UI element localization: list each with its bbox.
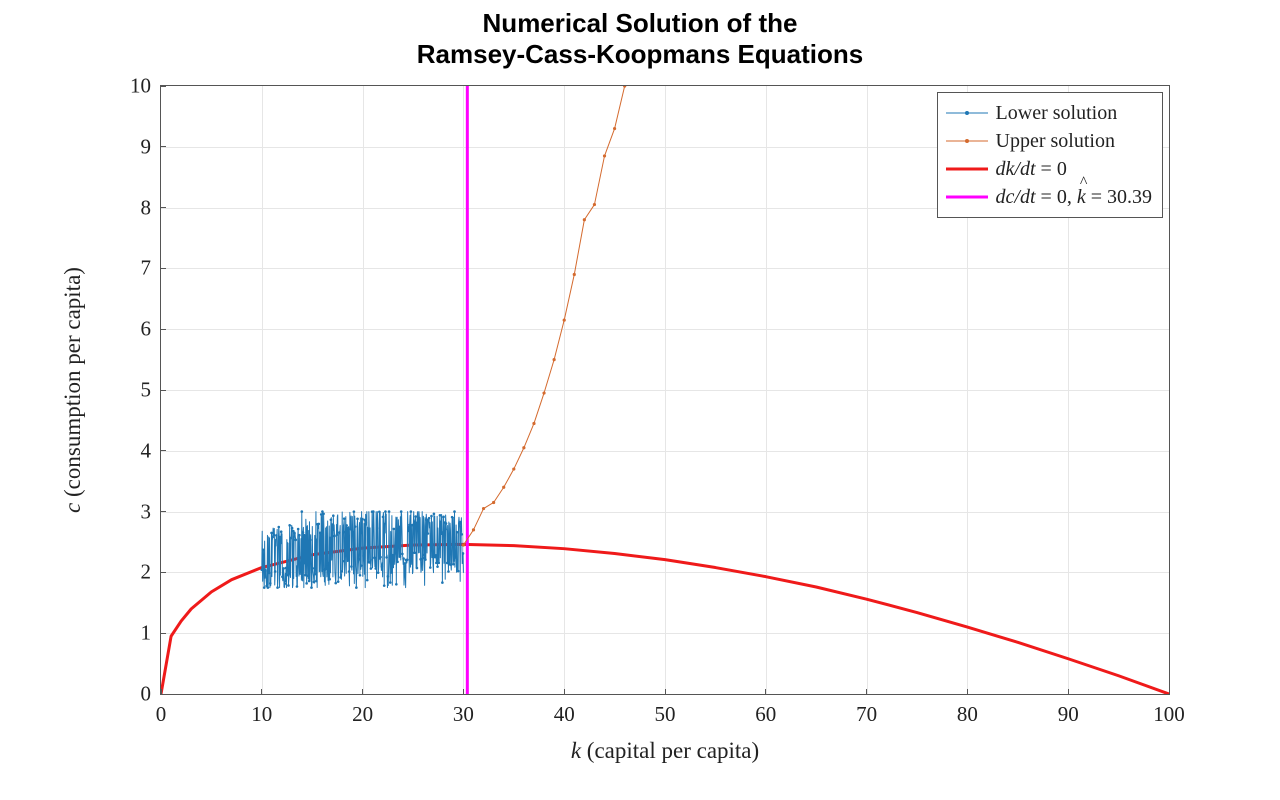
plot-area: Lower solution Upper solution dk/dt = 0 [160, 85, 1170, 695]
series-upper-solution [463, 86, 634, 545]
tick-y-3 [160, 511, 166, 512]
legend-swatch-dkdt [946, 157, 988, 181]
ticklabel-y-2: 2 [141, 560, 152, 585]
legend-item-upper: Upper solution [946, 127, 1152, 155]
ticklabel-y-9: 9 [141, 134, 152, 159]
series-lower-solution [262, 512, 464, 588]
chart-title: Numerical Solution of the Ramsey-Cass-Ko… [0, 8, 1280, 70]
legend-label-dcdt: dc/dt = 0, k = 30.39 [996, 186, 1152, 209]
ticklabel-y-6: 6 [141, 317, 152, 342]
title-line-2: Ramsey-Cass-Koopmans Equations [417, 39, 863, 69]
ticklabel-x-70: 70 [856, 702, 877, 727]
tick-y-1 [160, 633, 166, 634]
ticklabel-y-5: 5 [141, 378, 152, 403]
title-line-1: Numerical Solution of the [483, 8, 798, 38]
ticklabel-x-0: 0 [156, 702, 167, 727]
tick-x-50 [665, 689, 666, 695]
tick-x-20 [362, 689, 363, 695]
legend-swatch-upper [946, 129, 988, 153]
tick-x-60 [765, 689, 766, 695]
tick-x-10 [261, 689, 262, 695]
tick-y-8 [160, 207, 166, 208]
ticklabel-x-20: 20 [352, 702, 373, 727]
ticklabel-x-100: 100 [1153, 702, 1185, 727]
tick-y-0 [160, 694, 166, 695]
tick-y-5 [160, 390, 166, 391]
legend-label-upper: Upper solution [996, 130, 1115, 153]
legend-swatch-dcdt [946, 185, 988, 209]
tick-y-6 [160, 329, 166, 330]
legend-label-dkdt: dk/dt = 0 [996, 158, 1067, 181]
x-axis-label: k (capital per capita) [160, 738, 1170, 764]
legend-item-dkdt: dk/dt = 0 [946, 155, 1152, 183]
ticklabel-y-10: 10 [130, 74, 151, 99]
tick-y-2 [160, 572, 166, 573]
tick-x-80 [967, 689, 968, 695]
ticklabel-x-40: 40 [554, 702, 575, 727]
tick-y-7 [160, 268, 166, 269]
tick-y-9 [160, 146, 166, 147]
y-axis-label: c (consumption per capita) [60, 85, 86, 695]
tick-x-30 [463, 689, 464, 695]
legend-label-lower: Lower solution [996, 102, 1118, 125]
legend: Lower solution Upper solution dk/dt = 0 [937, 92, 1163, 218]
legend-item-lower: Lower solution [946, 99, 1152, 127]
ticklabel-y-8: 8 [141, 195, 152, 220]
ticklabel-y-1: 1 [141, 621, 152, 646]
ticklabel-x-30: 30 [453, 702, 474, 727]
ticklabel-y-4: 4 [141, 438, 152, 463]
ticklabel-x-90: 90 [1058, 702, 1079, 727]
ticklabel-x-80: 80 [957, 702, 978, 727]
tick-x-90 [1068, 689, 1069, 695]
ticklabel-y-3: 3 [141, 499, 152, 524]
ticklabel-x-60: 60 [755, 702, 776, 727]
legend-item-dcdt: dc/dt = 0, k = 30.39 [946, 183, 1152, 211]
tick-y-10 [160, 86, 166, 87]
ticklabel-y-0: 0 [141, 682, 152, 707]
ticklabel-x-10: 10 [251, 702, 272, 727]
ticklabel-y-7: 7 [141, 256, 152, 281]
tick-x-70 [866, 689, 867, 695]
tick-y-4 [160, 450, 166, 451]
ticklabel-x-50: 50 [655, 702, 676, 727]
tick-x-40 [564, 689, 565, 695]
tick-x-100 [1169, 689, 1170, 695]
legend-swatch-lower [946, 101, 988, 125]
chart-container: Numerical Solution of the Ramsey-Cass-Ko… [0, 0, 1280, 800]
